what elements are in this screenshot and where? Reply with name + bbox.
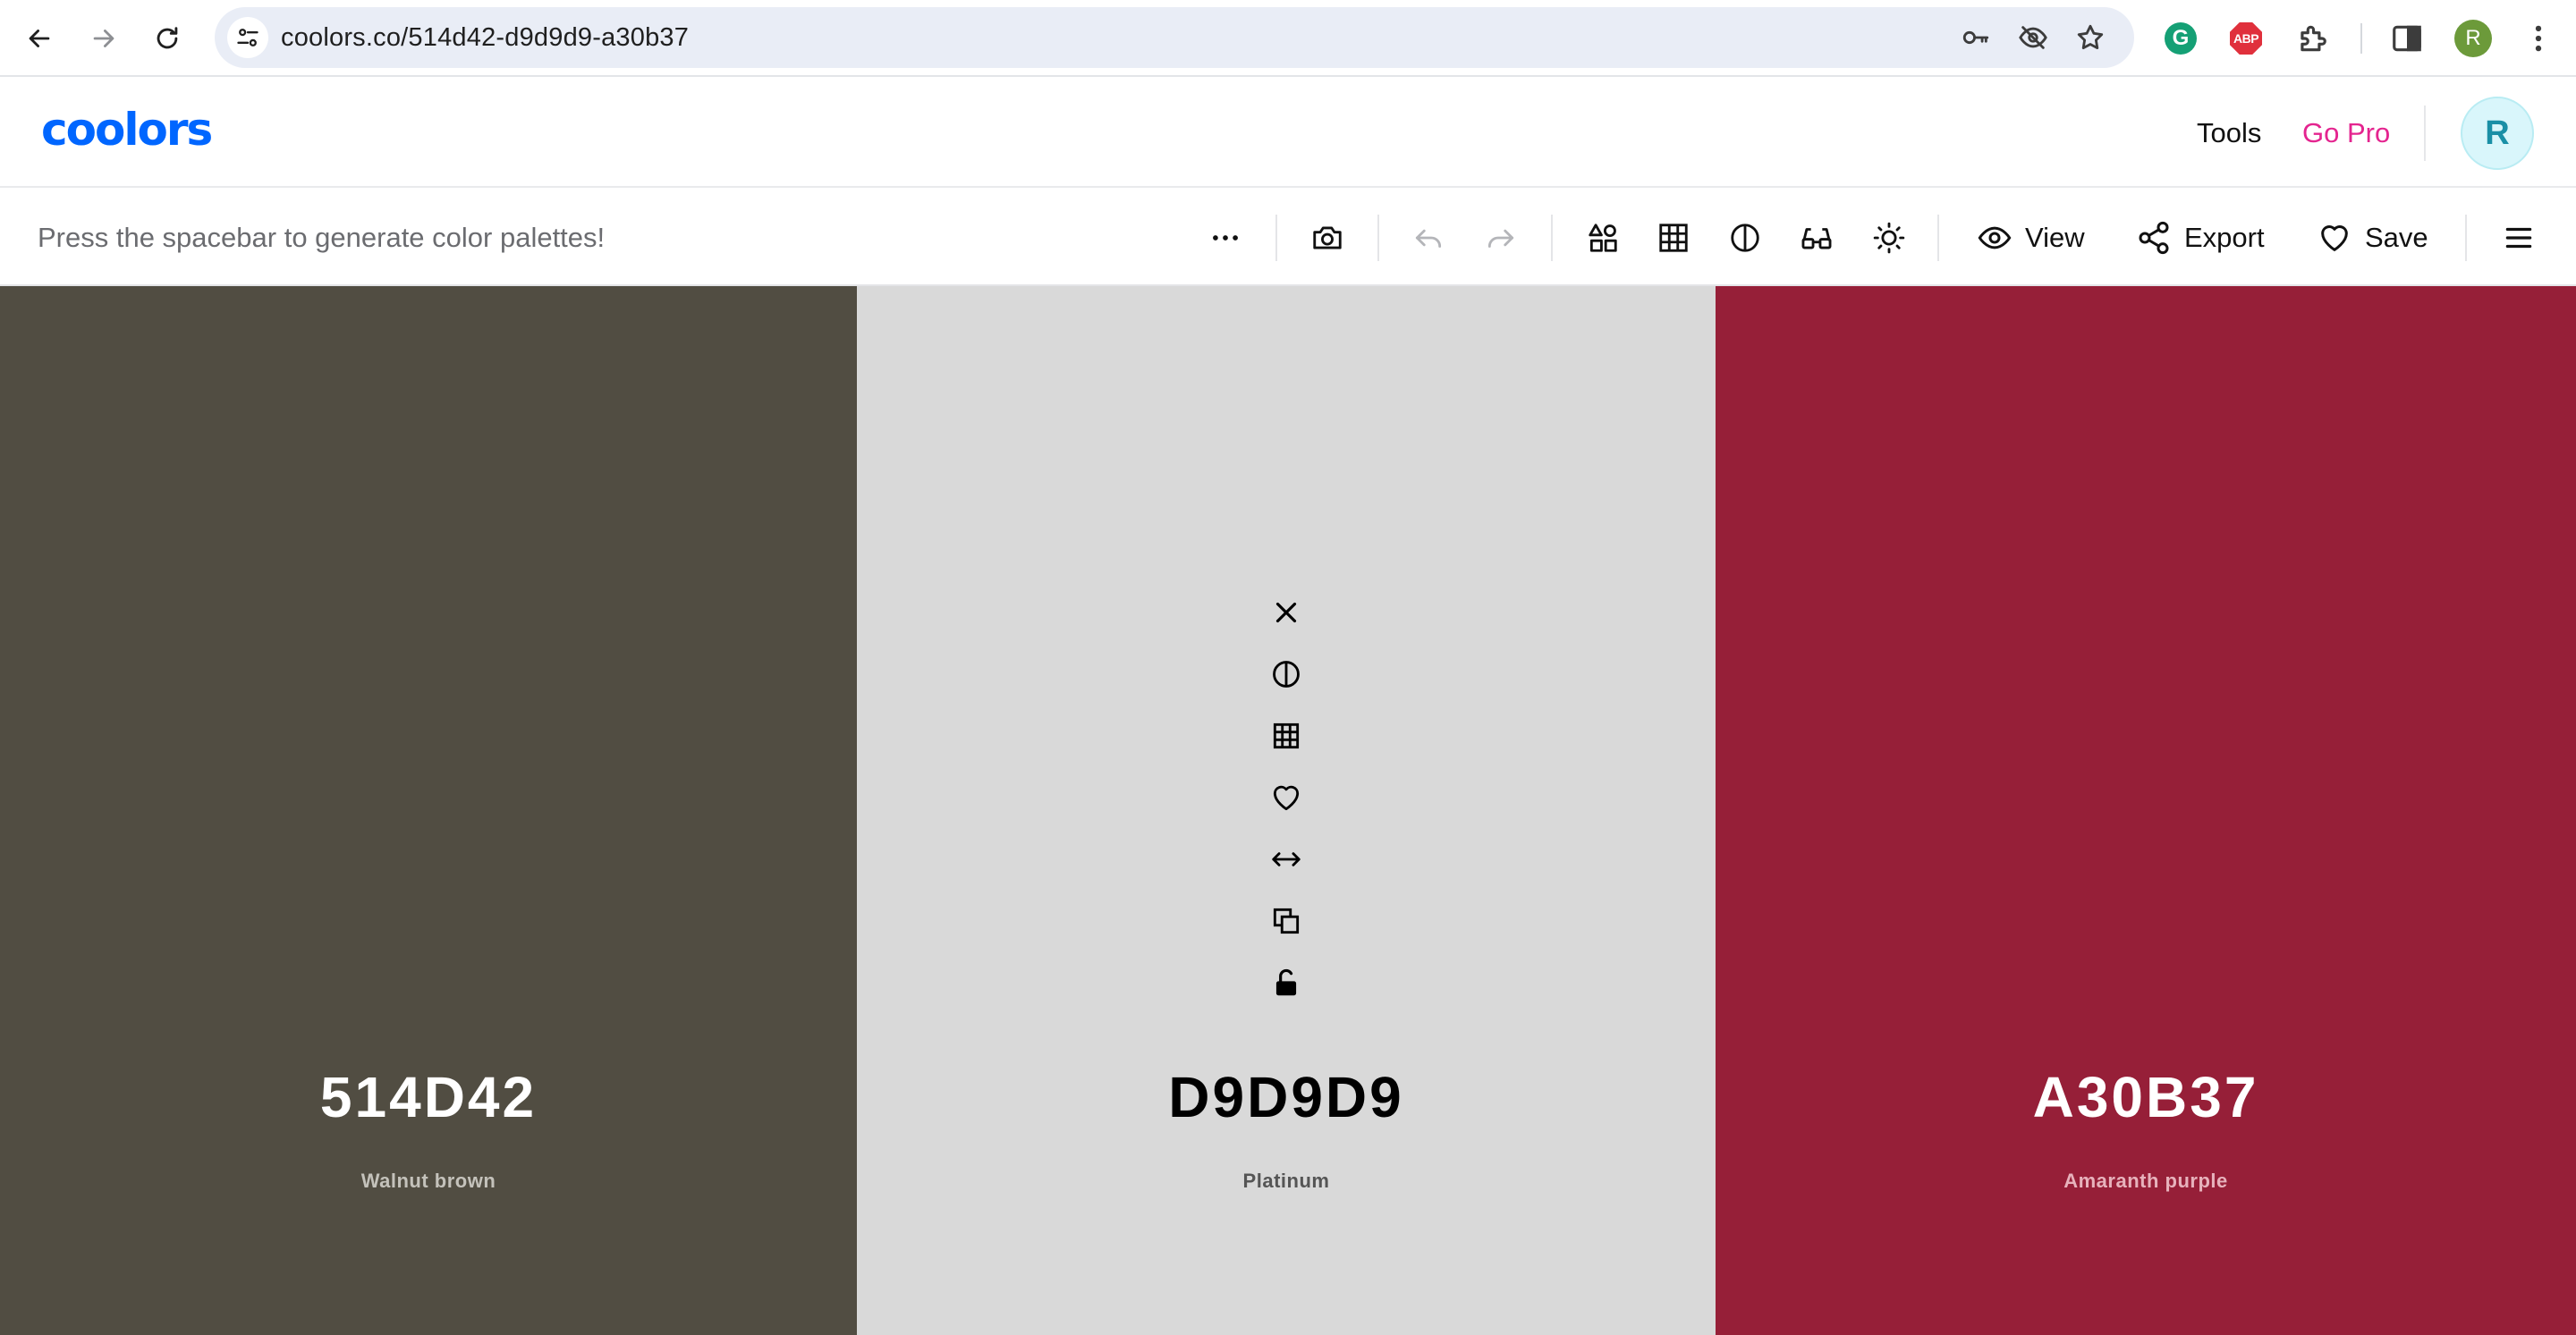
contrast-icon[interactable] [1724,216,1767,259]
address-bar[interactable]: coolors.co/514d42-d9d9d9-a30b37 [215,7,2134,68]
more-options-icon[interactable] [1204,216,1247,259]
hamburger-menu-icon[interactable] [2497,216,2540,259]
generator-toolbar: Press the spacebar to generate color pal… [0,190,2576,286]
kebab-menu-icon[interactable] [2519,19,2558,58]
camera-icon[interactable] [1306,216,1349,259]
browser-profile-avatar[interactable]: R [2454,20,2492,57]
grid-icon[interactable] [1652,216,1695,259]
export-label: Export [2184,222,2265,253]
swatch-toolbar [1261,581,1311,1013]
toolbar-divider [1937,215,1939,261]
save-button[interactable]: Save [2317,211,2428,265]
forward-icon[interactable] [83,18,124,59]
side-panel-icon[interactable] [2387,19,2427,58]
toolbar-divider [1275,215,1277,261]
url-text: coolors.co/514d42-d9d9d9-a30b37 [281,23,690,52]
toolbar-hint: Press the spacebar to generate color pal… [38,222,606,253]
site-header: coolors Tools Go Pro R [0,79,2576,188]
shapes-icon[interactable] [1581,216,1624,259]
nav-go-pro-link[interactable]: Go Pro [2302,79,2390,188]
reload-icon[interactable] [147,18,188,59]
site-info-icon[interactable] [227,17,268,58]
glasses-icon[interactable] [1795,216,1838,259]
view-shades-grid-icon[interactable] [1261,705,1311,766]
redo-icon[interactable] [1479,216,1522,259]
heart-icon [2321,225,2348,251]
swatch-hex-code[interactable]: A30B37 [1716,1064,2576,1130]
swatch-hex-code[interactable]: 514D42 [0,1064,857,1130]
color-swatch[interactable]: 514D42 Walnut brown [0,286,857,1335]
color-swatch[interactable]: D9D9D9 Platinum [857,286,1716,1335]
copy-hex-icon[interactable] [1261,890,1311,951]
nav-tools-link[interactable]: Tools [2197,79,2261,188]
swatch-color-name: Amaranth purple [2063,1170,2228,1192]
browser-toolbar: coolors.co/514d42-d9d9d9-a30b37 G ABP R [0,0,2576,77]
grammarly-icon[interactable]: G [2161,19,2200,58]
user-avatar[interactable]: R [2461,97,2534,170]
lock-open-icon[interactable] [1261,951,1311,1013]
eye-off-icon[interactable] [2018,22,2048,53]
view-label: View [2025,222,2085,253]
save-label: Save [2365,222,2428,253]
password-key-icon[interactable] [1961,22,1991,53]
puzzle-extensions-icon[interactable] [2292,19,2332,58]
brightness-icon[interactable] [1868,216,1911,259]
chrome-divider [2360,23,2362,54]
favorite-heart-icon[interactable] [1261,766,1311,828]
shades-contrast-icon[interactable] [1261,643,1311,705]
toolbar-divider [2465,215,2467,261]
color-palette: 514D42 Walnut brown D9D9D9 Platinum A30B… [0,286,2576,1335]
color-swatch[interactable]: A30B37 Amaranth purple [1716,286,2576,1335]
share-icon [2139,221,2169,255]
coolors-logo[interactable]: coolors [41,104,213,156]
export-button[interactable]: Export [2136,211,2265,265]
adblock-plus-icon[interactable]: ABP [2226,19,2266,58]
remove-color-icon[interactable] [1261,581,1311,643]
header-divider [2424,106,2426,161]
undo-icon[interactable] [1407,216,1450,259]
toolbar-divider [1551,215,1553,261]
back-icon[interactable] [19,18,60,59]
view-button[interactable]: View [1977,211,2085,265]
swatch-color-name: Platinum [1242,1170,1330,1192]
toolbar-divider [1377,215,1379,261]
swatch-color-name: Walnut brown [360,1170,496,1192]
eye-icon [1978,226,2012,249]
swatch-hex-code[interactable]: D9D9D9 [857,1064,1716,1130]
drag-arrows-icon[interactable] [1261,828,1311,890]
bookmark-star-icon[interactable] [2075,22,2106,53]
